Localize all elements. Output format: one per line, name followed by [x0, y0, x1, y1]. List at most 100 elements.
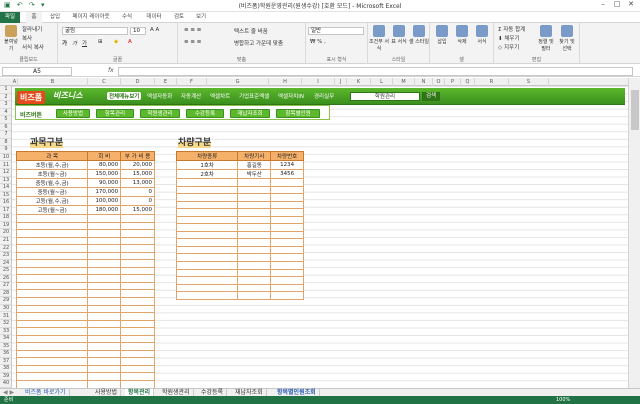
table-cell[interactable] [87, 281, 122, 291]
row-header[interactable]: 10 [0, 154, 11, 162]
table-cell[interactable]: 100,000 [87, 196, 122, 206]
align-top-icon[interactable]: ≡ ≡ ≡ [184, 27, 201, 33]
align-left-icon[interactable]: ≡ ≡ ≡ [184, 39, 201, 45]
column-header[interactable]: J [335, 78, 347, 86]
table-cell[interactable] [270, 178, 304, 187]
format-painter-button[interactable]: 서식 복사 [22, 43, 44, 51]
row-header[interactable]: 14 [0, 184, 11, 192]
paste-button[interactable]: 붙여넣기 [2, 25, 20, 52]
delete-cells-button[interactable]: 삭제 [452, 25, 472, 45]
table-cell[interactable] [87, 244, 122, 253]
row-header[interactable]: 7 [0, 131, 11, 139]
table-cell[interactable] [15, 214, 89, 223]
bold-icon[interactable]: 가 [62, 39, 67, 47]
table-cell[interactable] [270, 200, 304, 210]
item-manage-button[interactable]: 항목관리 [96, 109, 134, 118]
nav-all-menu[interactable]: 전체메뉴보기 [107, 91, 142, 100]
tab-formulas[interactable]: 수식 [118, 12, 136, 23]
table-cell[interactable] [87, 342, 122, 351]
close-icon[interactable]: ✕ [624, 0, 638, 8]
table-cell[interactable] [15, 334, 89, 344]
row-header[interactable]: 15 [0, 192, 11, 200]
table-cell[interactable] [120, 274, 155, 283]
table-cell[interactable] [120, 319, 155, 329]
table-cell[interactable]: 13,000 [120, 178, 155, 188]
table-cell[interactable]: 3456 [270, 169, 304, 179]
row-header[interactable]: 8 [0, 139, 11, 147]
row-header[interactable]: 19 [0, 222, 11, 230]
fx-icon[interactable]: fx [108, 67, 114, 74]
table-cell[interactable] [270, 245, 304, 255]
row-header[interactable]: 9 [0, 146, 11, 154]
table-cell[interactable]: 15,000 [120, 205, 155, 215]
table-cell[interactable] [175, 230, 239, 240]
table-cell[interactable] [120, 372, 155, 382]
column-header[interactable]: O [433, 78, 445, 86]
table-cell[interactable] [175, 238, 239, 247]
nav-excel-automation[interactable]: 엑셀자동화 [147, 92, 172, 100]
bizform-logo[interactable]: 비즈폼 [17, 91, 46, 104]
table-cell[interactable] [87, 297, 122, 306]
table-cell[interactable] [270, 238, 304, 247]
student-manage-button[interactable]: 학원생관리 [140, 109, 180, 118]
clear-button[interactable]: ◇ 지우기 [498, 43, 519, 51]
column-header[interactable]: B [18, 78, 88, 86]
column-header[interactable]: S [509, 78, 549, 86]
nav-auto-calc[interactable]: 자동계산 [181, 92, 201, 100]
table-cell[interactable] [175, 261, 239, 270]
table-cell[interactable] [237, 253, 272, 262]
table-cell[interactable] [120, 244, 155, 253]
number-format-combo[interactable]: 일반 [308, 27, 364, 35]
column-header[interactable]: F [177, 78, 207, 86]
column-header[interactable]: C [88, 78, 121, 86]
table-cell[interactable] [87, 334, 122, 344]
zoom-level[interactable]: 100% [556, 396, 570, 404]
table-cell[interactable] [15, 251, 89, 261]
copy-button[interactable]: 복사 [22, 34, 32, 42]
table-cell[interactable] [270, 208, 304, 217]
search-button[interactable]: 검색 [422, 92, 440, 101]
table-cell[interactable] [237, 291, 272, 300]
table-cell[interactable] [15, 342, 89, 351]
table-cell[interactable] [87, 372, 122, 382]
italic-icon[interactable]: 가 [72, 39, 77, 47]
merge-center-button[interactable]: 병합하고 가운데 맞춤 [234, 39, 283, 47]
table-cell[interactable] [15, 297, 89, 306]
underline-icon[interactable]: 가 [82, 39, 87, 47]
table-cell[interactable] [120, 380, 155, 389]
table-cell[interactable] [175, 223, 239, 232]
format-table-button[interactable]: 표 서식 [389, 25, 409, 45]
table-cell[interactable] [87, 319, 122, 329]
tab-data[interactable]: 데이터 [142, 12, 166, 23]
column-header[interactable]: N [415, 78, 433, 86]
row-header[interactable]: 39 [0, 373, 11, 381]
table-cell[interactable] [175, 193, 239, 202]
table-cell[interactable] [120, 229, 155, 238]
table-cell[interactable] [15, 312, 89, 321]
table-cell[interactable] [237, 238, 272, 247]
table-cell[interactable]: 1호차 [175, 160, 239, 170]
table-cell[interactable] [15, 327, 89, 336]
row-header[interactable]: 26 [0, 275, 11, 283]
column-header[interactable]: R [475, 78, 509, 86]
table-cell[interactable] [120, 281, 155, 291]
row-header[interactable]: 16 [0, 199, 11, 207]
table-cell[interactable] [270, 268, 304, 278]
sort-filter-button[interactable]: 정렬 및 필터 [536, 25, 556, 52]
column-header[interactable]: D [121, 78, 155, 86]
table-cell[interactable] [15, 372, 89, 382]
row-header[interactable]: 13 [0, 177, 11, 185]
table-cell[interactable] [15, 349, 89, 359]
item-count-button[interactable]: 항목별인원 [276, 109, 320, 118]
table-cell[interactable] [270, 230, 304, 240]
tab-review[interactable]: 검토 [170, 12, 188, 23]
table-cell[interactable] [120, 334, 155, 344]
row-header[interactable]: 36 [0, 350, 11, 358]
table-cell[interactable] [270, 261, 304, 270]
table-cell[interactable] [15, 289, 89, 298]
find-select-button[interactable]: 찾기 및 선택 [557, 25, 577, 52]
table-cell[interactable] [237, 245, 272, 255]
nav-excel-in[interactable]: 엑셀자치IN [278, 92, 304, 100]
table-cell[interactable]: 2호차 [175, 169, 239, 179]
conditional-format-button[interactable]: 조건부 서식 [369, 25, 389, 52]
